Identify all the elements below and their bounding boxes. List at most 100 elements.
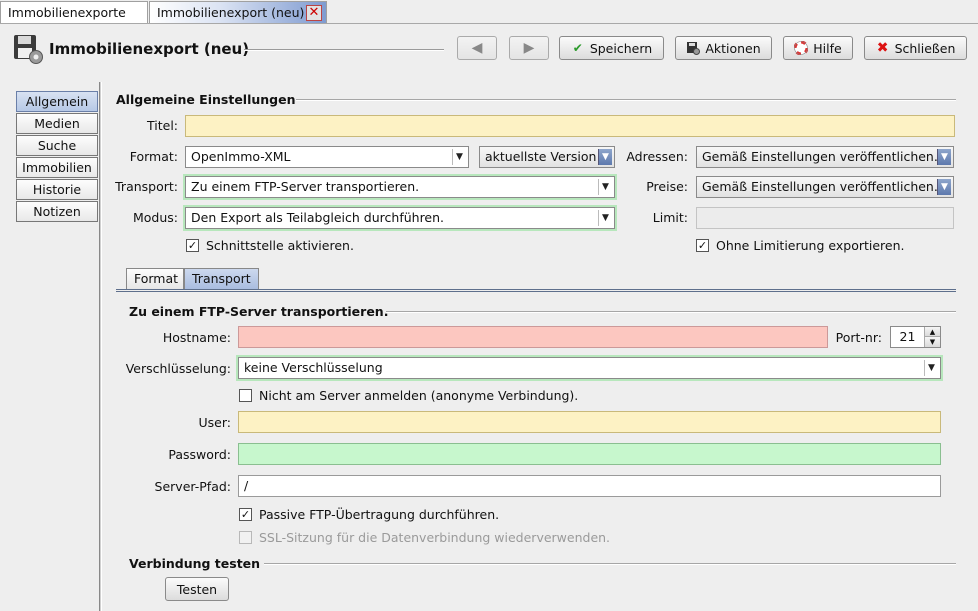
mode-label: Modus: bbox=[132, 210, 178, 225]
forward-button[interactable]: ▶ bbox=[509, 36, 549, 60]
port-spinner[interactable]: 21 ▲ ▼ bbox=[890, 326, 941, 348]
no-limit-label: Ohne Limitierung exportieren. bbox=[716, 238, 905, 253]
interface-active-checkbox[interactable]: ✓ Schnittstelle aktivieren. bbox=[186, 238, 354, 253]
chevron-down-icon: ▼ bbox=[924, 360, 938, 376]
format-select[interactable]: OpenImmo-XML ▼ bbox=[185, 146, 469, 168]
passive-ftp-checkbox[interactable]: ✓ Passive FTP-Übertragung durchführen. bbox=[239, 507, 499, 522]
save-button-label: Speichern bbox=[589, 40, 653, 56]
sidebar-item-label: Allgemein bbox=[25, 94, 89, 109]
doc-tab-label: Immobilienexport (neu) bbox=[157, 5, 305, 20]
interface-active-label: Schnittstelle aktivieren. bbox=[206, 238, 354, 253]
version-select-value: aktuellste Version bbox=[485, 149, 597, 164]
password-input[interactable] bbox=[238, 443, 941, 465]
limit-label: Limit: bbox=[652, 210, 688, 225]
user-label: User: bbox=[198, 415, 231, 430]
prices-select-value: Gemäß Einstellungen veröffentlichen. bbox=[702, 179, 938, 194]
checkbox-checked-icon: ✓ bbox=[239, 508, 252, 521]
tab-label: Format bbox=[134, 271, 179, 286]
encryption-select[interactable]: keine Verschlüsselung ▼ bbox=[238, 357, 941, 379]
spinner-up-icon[interactable]: ▲ bbox=[924, 327, 940, 337]
title-input[interactable] bbox=[185, 115, 955, 137]
chevron-down-icon: ▼ bbox=[937, 179, 951, 195]
port-label: Port-nr: bbox=[835, 330, 882, 345]
tab-panel-border bbox=[116, 289, 956, 292]
chevron-down-icon: ▼ bbox=[598, 179, 612, 195]
sidebar-item-historie[interactable]: Historie bbox=[16, 179, 98, 200]
section-separator bbox=[386, 311, 956, 313]
server-path-input[interactable]: / bbox=[238, 475, 941, 497]
version-select[interactable]: aktuellste Version ▼ bbox=[479, 146, 615, 168]
sidebar-item-medien[interactable]: Medien bbox=[16, 113, 98, 134]
test-section-title: Verbindung testen bbox=[129, 556, 261, 571]
sidebar-divider bbox=[99, 82, 102, 611]
prices-label: Preise: bbox=[646, 179, 688, 194]
back-button[interactable]: ◀ bbox=[457, 36, 497, 60]
anonymous-checkbox[interactable]: Nicht am Server anmelden (anonyme Verbin… bbox=[239, 388, 578, 403]
transport-section-title: Zu einem FTP-Server transportieren. bbox=[129, 304, 389, 319]
tab-bar-divider bbox=[0, 23, 978, 24]
page-title: Immobilienexport (neu) bbox=[49, 40, 250, 58]
doc-tab-label: Immobilienexporte bbox=[8, 5, 126, 20]
sidebar-item-allgemein[interactable]: Allgemein bbox=[16, 91, 98, 112]
checkbox-checked-icon: ✓ bbox=[696, 239, 709, 252]
hostname-label: Hostname: bbox=[162, 330, 231, 345]
password-label: Password: bbox=[168, 447, 231, 462]
hostname-input[interactable] bbox=[238, 326, 828, 348]
transport-select[interactable]: Zu einem FTP-Server transportieren. ▼ bbox=[185, 176, 615, 198]
transport-label: Transport: bbox=[115, 179, 178, 194]
ssl-reuse-label: SSL-Sitzung für die Datenverbindung wied… bbox=[259, 530, 611, 545]
actions-button-label: Aktionen bbox=[705, 40, 761, 56]
lifebuoy-icon bbox=[794, 41, 809, 55]
section-separator bbox=[264, 563, 956, 565]
doc-tab-immobilienexporte[interactable]: Immobilienexporte bbox=[0, 1, 148, 23]
chevron-down-icon: ▼ bbox=[452, 149, 466, 165]
prices-select[interactable]: Gemäß Einstellungen veröffentlichen. ▼ bbox=[696, 176, 954, 198]
mode-select-value: Den Export als Teilabgleich durchführen. bbox=[191, 210, 445, 225]
sidebar-item-suche[interactable]: Suche bbox=[16, 135, 98, 156]
checkbox-checked-icon: ✓ bbox=[186, 239, 199, 252]
checkbox-unchecked-icon bbox=[239, 389, 252, 402]
title-label: Titel: bbox=[147, 118, 178, 133]
close-tab-icon[interactable]: ✕ bbox=[306, 5, 322, 21]
general-section-title: Allgemeine Einstellungen bbox=[116, 92, 296, 107]
spinner-down-icon[interactable]: ▼ bbox=[924, 337, 940, 347]
encryption-select-value: keine Verschlüsselung bbox=[244, 360, 383, 375]
sidebar-item-label: Notizen bbox=[33, 204, 81, 219]
tab-label: Transport bbox=[192, 271, 251, 286]
sidebar-item-label: Immobilien bbox=[22, 160, 92, 175]
format-select-value: OpenImmo-XML bbox=[191, 149, 291, 164]
floppy-gear-small-icon bbox=[686, 41, 701, 55]
addresses-select[interactable]: Gemäß Einstellungen veröffentlichen. ▼ bbox=[696, 146, 954, 168]
close-button[interactable]: ✖ Schließen bbox=[864, 36, 967, 60]
help-button-label: Hilfe bbox=[813, 40, 842, 56]
test-button-label: Testen bbox=[176, 581, 218, 597]
transport-select-value: Zu einem FTP-Server transportieren. bbox=[191, 179, 420, 194]
chevron-down-icon: ▼ bbox=[598, 149, 612, 165]
addresses-select-value: Gemäß Einstellungen veröffentlichen. bbox=[702, 149, 938, 164]
tab-transport[interactable]: Transport bbox=[184, 268, 259, 289]
floppy-gear-icon bbox=[12, 33, 44, 65]
ssl-reuse-checkbox[interactable]: SSL-Sitzung für die Datenverbindung wied… bbox=[239, 530, 610, 545]
no-limit-checkbox[interactable]: ✓ Ohne Limitierung exportieren. bbox=[696, 238, 905, 253]
mode-select[interactable]: Den Export als Teilabgleich durchführen.… bbox=[185, 207, 615, 229]
limit-input[interactable] bbox=[696, 207, 954, 229]
test-button[interactable]: Testen bbox=[165, 577, 229, 601]
server-path-label: Server-Pfad: bbox=[154, 479, 231, 494]
chevron-down-icon: ▼ bbox=[598, 210, 612, 226]
help-button[interactable]: Hilfe bbox=[783, 36, 853, 60]
user-input[interactable] bbox=[238, 411, 941, 433]
sidebar-item-immobilien[interactable]: Immobilien bbox=[16, 157, 98, 178]
title-separator bbox=[244, 49, 444, 51]
sidebar-item-notizen[interactable]: Notizen bbox=[16, 201, 98, 222]
actions-button[interactable]: Aktionen bbox=[675, 36, 772, 60]
save-button[interactable]: ✔ Speichern bbox=[559, 36, 664, 60]
addresses-label: Adressen: bbox=[626, 149, 688, 164]
close-button-label: Schließen bbox=[894, 40, 956, 56]
arrow-left-icon: ◀ bbox=[471, 40, 483, 56]
tab-format[interactable]: Format bbox=[126, 268, 184, 289]
red-x-icon: ✖ bbox=[876, 40, 889, 56]
sidebar-item-label: Historie bbox=[32, 182, 82, 197]
doc-tab-immobilienexport-neu[interactable]: Immobilienexport (neu) ✕ bbox=[149, 1, 327, 23]
format-label: Format: bbox=[129, 149, 178, 164]
passive-ftp-label: Passive FTP-Übertragung durchführen. bbox=[259, 507, 500, 522]
